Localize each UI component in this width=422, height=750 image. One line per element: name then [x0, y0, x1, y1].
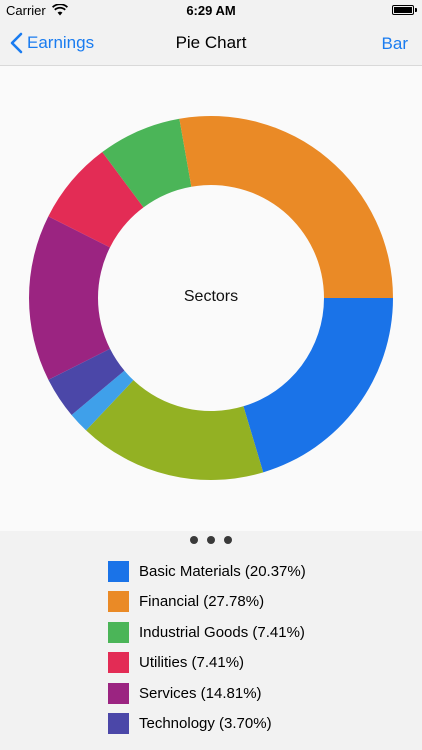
- pie-slice-basic-materials[interactable]: [243, 298, 393, 473]
- status-bar: Carrier 6:29 AM: [0, 0, 422, 20]
- legend-item: Financial (27.78%): [108, 587, 306, 618]
- battery-level: [394, 7, 412, 13]
- chart-legend: Basic Materials (20.37%) Financial (27.78…: [108, 556, 306, 739]
- bar-chart-button[interactable]: Bar: [382, 34, 408, 54]
- battery-icon: [392, 5, 417, 15]
- legend-label: Technology (3.70%): [139, 715, 272, 733]
- back-button-label: Earnings: [27, 33, 95, 52]
- pie-slice-financial[interactable]: [179, 116, 393, 298]
- page-title: Pie Chart: [175, 32, 247, 52]
- navigation-bar: Earnings Pie Chart Bar: [0, 20, 422, 66]
- legend-label: Industrial Goods (7.41%): [139, 623, 305, 641]
- legend-label: Basic Materials (20.37%): [139, 562, 306, 580]
- back-button[interactable]: Earnings: [10, 28, 94, 58]
- status-time: 6:29 AM: [186, 2, 236, 18]
- chart-panel[interactable]: Sectors: [0, 66, 422, 531]
- legend-label: Financial (27.78%): [139, 593, 265, 611]
- legend-swatch: [108, 682, 129, 704]
- legend-label: Utilities (7.41%): [139, 654, 245, 672]
- legend-swatch: [108, 560, 129, 582]
- legend-item: Industrial Goods (7.41%): [108, 617, 306, 648]
- legend-item: Utilities (7.41%): [108, 648, 306, 679]
- legend-swatch: [108, 591, 129, 613]
- page-dot[interactable]: [190, 536, 198, 544]
- chart-center-label: Sectors: [183, 288, 239, 305]
- legend-swatch: [108, 713, 129, 735]
- legend-label: Services (14.81%): [139, 684, 262, 702]
- legend-swatch: [108, 652, 129, 674]
- legend-item: Services (14.81%): [108, 678, 306, 709]
- legend-swatch: [108, 621, 129, 643]
- legend-item: Technology (3.70%): [108, 709, 306, 740]
- page-dot[interactable]: [207, 536, 215, 544]
- legend-item: Basic Materials (20.37%): [108, 556, 306, 587]
- chevron-left-icon: [10, 32, 23, 54]
- page-control[interactable]: [0, 536, 422, 544]
- page-dot[interactable]: [224, 536, 232, 544]
